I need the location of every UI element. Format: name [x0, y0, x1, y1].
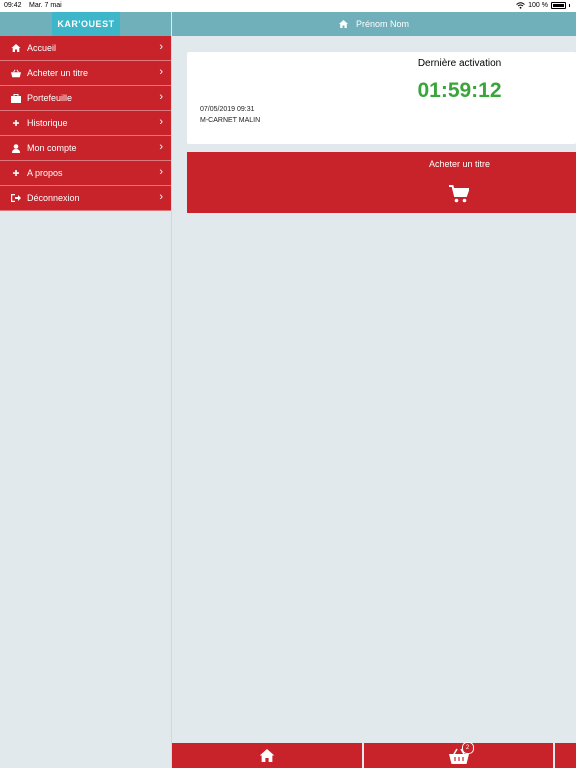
basket-icon	[11, 69, 21, 77]
app-logo[interactable]: KAR'OUEST	[52, 12, 120, 36]
sidebar-item-accueil[interactable]: Accueil ›	[0, 36, 171, 61]
chevron-right-icon: ›	[159, 141, 163, 153]
sidebar-header: KAR'OUEST	[0, 12, 171, 36]
sidebar-item-label: Mon compte	[27, 143, 77, 153]
buy-ticket-button[interactable]: Acheter un titre	[187, 152, 576, 213]
sidebar-item-portefeuille[interactable]: Portefeuille ›	[0, 86, 171, 111]
sign-out-icon	[11, 194, 21, 202]
chevron-right-icon: ›	[159, 116, 163, 128]
status-date: Mar. 7 mai	[29, 2, 62, 9]
activation-date: 07/05/2019 09:31	[200, 106, 255, 113]
status-time: 09:42	[4, 2, 22, 9]
tab-basket[interactable]: 2	[364, 741, 553, 768]
basket-count-badge: 2	[461, 741, 474, 754]
status-bar: 09:42 Mar. 7 mai 100 %	[0, 0, 576, 12]
home-icon	[259, 749, 275, 762]
sidebar-item-label: Déconnexion	[27, 193, 80, 203]
user-icon	[12, 143, 20, 153]
sidebar-item-label: Accueil	[27, 43, 57, 53]
tab-home[interactable]	[172, 743, 362, 768]
last-activation-card[interactable]: Dernière activation 01:59:12 07/05/2019 …	[187, 52, 576, 144]
sidebar-item-label: A propos	[27, 168, 63, 178]
user-name[interactable]: Prénom Nom	[356, 19, 409, 29]
shopping-cart-icon	[449, 185, 469, 203]
activation-product: M-CARNET MALIN	[200, 117, 261, 124]
battery-tip	[569, 4, 570, 7]
sidebar-item-historique[interactable]: ✚ Historique ›	[0, 111, 171, 136]
buy-ticket-label: Acheter un titre	[428, 159, 491, 169]
chevron-right-icon: ›	[159, 66, 163, 78]
sidebar-item-mon-compte[interactable]: Mon compte ›	[0, 136, 171, 161]
sidebar-item-label: Historique	[27, 118, 68, 128]
sidebar-item-acheter[interactable]: Acheter un titre ›	[0, 61, 171, 86]
battery-icon	[551, 2, 566, 9]
battery-percent: 100 %	[528, 2, 548, 9]
home-icon	[338, 20, 348, 28]
plus-icon: ✚	[12, 168, 20, 178]
chevron-right-icon: ›	[159, 191, 163, 203]
sidebar-item-deconnexion[interactable]: Déconnexion ›	[0, 186, 171, 211]
home-icon	[11, 44, 21, 52]
sidebar-item-a-propos[interactable]: ✚ A propos ›	[0, 161, 171, 186]
activation-timer: 01:59:12	[417, 79, 502, 102]
tab-extra[interactable]	[555, 743, 576, 768]
sidebar: Accueil › Acheter un titre › Portefeuill…	[0, 36, 172, 768]
status-right: 100 %	[516, 2, 570, 9]
chevron-right-icon: ›	[159, 41, 163, 53]
sidebar-item-label: Portefeuille	[27, 93, 73, 103]
plus-icon: ✚	[12, 118, 20, 128]
chevron-right-icon: ›	[159, 91, 163, 103]
wifi-icon	[516, 2, 525, 9]
sidebar-item-label: Acheter un titre	[27, 68, 89, 78]
basket-wrap: 2	[448, 741, 474, 764]
wallet-icon	[11, 93, 21, 103]
chevron-right-icon: ›	[159, 166, 163, 178]
logo-text: KAR'OUEST	[57, 19, 115, 29]
activation-title: Dernière activation	[417, 58, 502, 69]
main-header: Prénom Nom	[172, 12, 576, 36]
